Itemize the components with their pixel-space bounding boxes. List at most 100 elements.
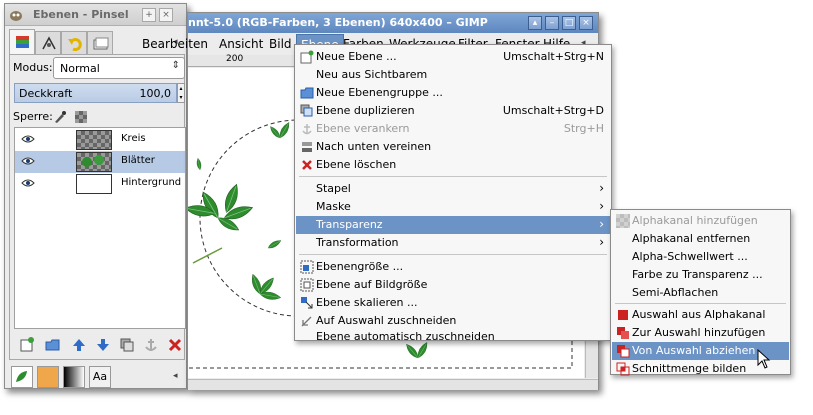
dock-maximize-button[interactable]: + [142,8,156,22]
menuitem-mask[interactable]: Maske › [296,198,610,216]
menu-view[interactable]: Ansicht [219,37,263,51]
duplicate-icon [300,104,313,117]
menuitem-scale-layer[interactable]: Ebene skalieren ... [296,294,610,312]
menuitem-alpha-threshold[interactable]: Alpha-Schwellwert ... [612,248,789,266]
dock-title: Ebenen - Pinsel [33,8,129,21]
menuitem-delete-layer[interactable]: Ebene löschen [296,156,610,174]
delete-icon [302,160,312,170]
opacity-slider[interactable]: Deckkraft 100,0 [14,83,177,103]
raise-layer-icon[interactable] [70,336,88,354]
menuitem-layer-boundary-size[interactable]: Ebenengröße ... [296,258,610,276]
undo-icon [68,38,82,52]
chevron-right-icon: › [599,217,604,231]
leaf-tool-icon [16,371,27,382]
menuitem-anchor-layer[interactable]: Ebene verankern Strg+H [296,120,610,138]
new-layer-icon [300,50,314,64]
menuitem-crop-to-selection[interactable]: Auf Auswahl zuschneiden [296,312,610,330]
tab-gradient[interactable] [63,366,85,388]
ruler-label: 200 [226,54,244,64]
menuitem-layer-to-image-size[interactable]: Ebene auf Bildgröße [296,276,610,294]
layer-thumbnail [76,130,112,150]
add-alpha-icon [616,214,630,228]
tab-pattern[interactable] [37,366,59,388]
dock-bottom-arrow-icon[interactable]: ◂ [173,371,178,381]
tab-brushes[interactable] [87,31,113,55]
scale-icon [301,297,313,309]
tab-fonts[interactable]: Aa [89,366,111,388]
menu-edit[interactable]: Bearbeiten [142,37,208,51]
menuitem-remove-alpha[interactable]: Alphakanal entfernen [612,230,789,248]
menuitem-alpha-to-selection[interactable]: Auswahl aus Alphakanal [612,306,789,324]
crop-icon [301,316,312,327]
maximize-button[interactable]: □ [562,16,576,30]
lower-layer-icon[interactable] [94,336,112,354]
menuitem-duplicate-layer[interactable]: Ebene duplizieren Umschalt+Strg+D [296,102,610,120]
menuitem-new-layer-group[interactable]: Neue Ebenengruppe ... [296,84,610,102]
minimize-button[interactable]: – [545,16,559,30]
menuitem-merge-down[interactable]: Nach unten vereinen [296,138,610,156]
layers-dock: Ebenen - Pinsel + × ◂ Modus: Normal ⇕ De… [4,3,187,389]
menu-image[interactable]: Bild [269,37,292,51]
anchor-layer-icon[interactable] [142,336,160,354]
layer-name: Kreis [121,133,146,144]
delete-layer-icon[interactable] [166,336,184,354]
image-window-titlebar[interactable]: nnt-5.0 (RGB-Farben, 3 Ebenen) 640x400 –… [188,13,598,33]
tab-channels[interactable] [35,31,61,55]
image-window-title: nnt-5.0 (RGB-Farben, 3 Ebenen) 640x400 –… [188,16,488,29]
chevron-right-icon: › [599,181,604,195]
menuitem-add-to-selection[interactable]: Zur Auswahl hinzufügen [612,324,789,342]
opacity-spinner[interactable]: ▴ ▾ [177,83,185,103]
mode-select[interactable]: Normal ⇕ [53,57,185,79]
brushes-icon [93,37,109,50]
menuitem-new-layer[interactable]: Neue Ebene ... Umschalt+Strg+N [296,48,610,66]
new-group-folder-icon[interactable] [44,336,62,354]
menu-separator [299,176,607,177]
layer-thumbnail [76,174,112,194]
menuitem-stack[interactable]: Stapel › [296,180,610,198]
horizontal-scrollbar[interactable] [188,379,598,390]
chevron-right-icon: › [599,235,604,249]
layer-row[interactable]: Hintergrund [15,173,185,195]
tab-layers[interactable] [9,29,35,55]
eye-icon[interactable] [21,134,35,144]
selection-add-icon [617,327,629,339]
new-layer-icon[interactable] [18,336,36,354]
mode-value: Normal [60,62,100,75]
close-button[interactable]: × [579,16,593,30]
gimp-logo-icon [10,11,22,21]
duplicate-layer-icon[interactable] [118,336,136,354]
layer-row-selected[interactable]: Blätter [15,151,185,173]
paths-icon [42,36,56,50]
tab-undo[interactable] [61,31,87,55]
menuitem-add-alpha[interactable]: Alphakanal hinzufügen [612,212,789,230]
layer-buttons [14,336,186,356]
layer-name: Blätter [121,155,155,166]
menu-separator [299,254,607,255]
opacity-value: 100,0 [139,87,172,100]
menuitem-semi-flatten[interactable]: Semi-Abflachen [612,284,789,302]
eye-icon[interactable] [21,178,35,188]
tab-tools[interactable] [11,366,33,388]
dock-titlebar[interactable]: Ebenen - Pinsel + × [5,4,186,26]
eye-icon[interactable] [21,156,35,166]
opacity-label: Deckkraft [19,87,73,100]
folder-icon [300,87,314,99]
merge-down-icon [302,142,312,152]
layer-thumbnail [76,152,112,172]
menuitem-transform[interactable]: Transformation › [296,234,610,252]
layer-size-icon [300,260,314,274]
dock-close-button[interactable]: × [159,8,173,22]
lock-pixels-brush-icon[interactable] [53,110,67,124]
chevron-right-icon: › [599,199,604,213]
layers-list: Kreis Blätter Hintergrund [14,127,186,329]
layer-to-image-icon [300,278,314,292]
layers-icon [16,36,29,48]
layer-row[interactable]: Kreis [15,129,185,151]
lock-alpha-checker-icon[interactable] [75,111,87,123]
up-icon[interactable]: ▴ [528,16,542,30]
menuitem-transparency[interactable]: Transparenz › [296,216,610,234]
menuitem-autocrop-layer[interactable]: Ebene automatisch zuschneiden [296,330,610,343]
layer-name: Hintergrund [121,177,182,188]
menuitem-color-to-alpha[interactable]: Farbe zu Transparenz ... [612,266,789,284]
menuitem-new-from-visible[interactable]: Neu aus Sichtbarem [296,66,610,84]
